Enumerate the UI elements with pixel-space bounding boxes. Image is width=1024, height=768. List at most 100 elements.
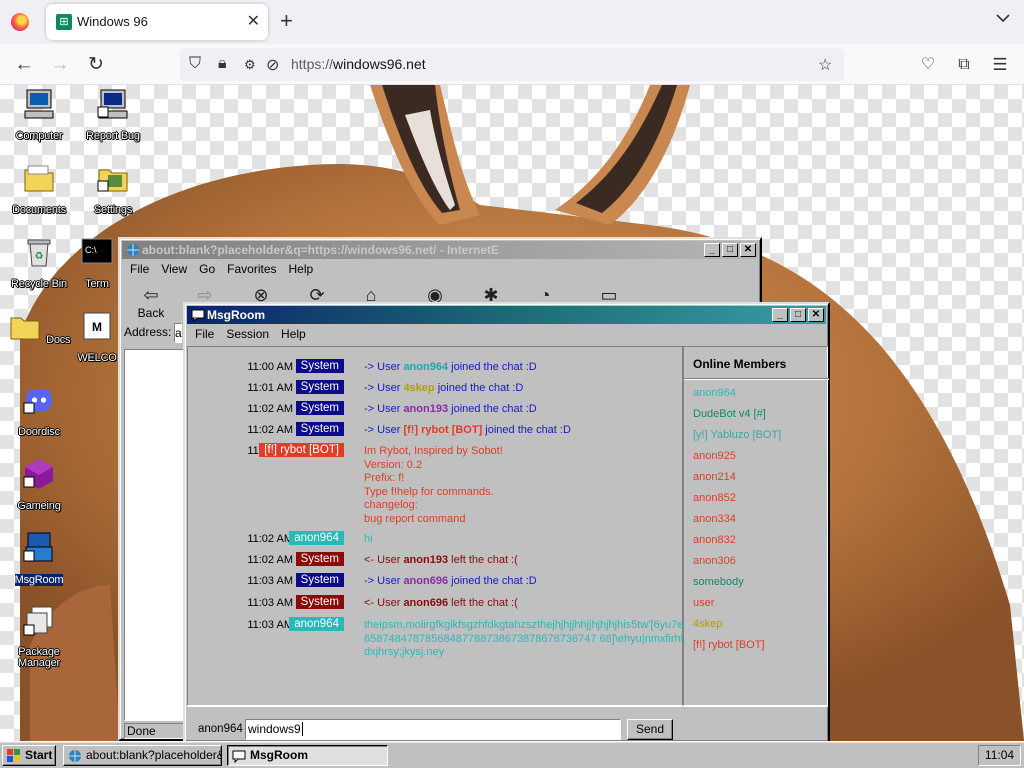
member-item[interactable]: 4skep bbox=[693, 618, 722, 630]
ie-back-button[interactable]: ⇦ Back bbox=[136, 285, 166, 320]
member-item[interactable]: anon334 bbox=[693, 513, 736, 525]
msgroom-titlebar[interactable]: MsgRoom _ □ ✕ bbox=[187, 306, 826, 324]
message-text: -> User anon193 joined the chat :D bbox=[364, 403, 537, 415]
back-arrow-icon[interactable]: ← bbox=[11, 52, 37, 78]
member-item[interactable]: DudeBot v4 [#] bbox=[693, 408, 766, 420]
minimize-icon[interactable]: _ bbox=[704, 243, 720, 257]
menu-view[interactable]: View bbox=[155, 261, 193, 279]
minimize-icon[interactable]: _ bbox=[772, 308, 788, 322]
settings-icon bbox=[97, 169, 128, 192]
firefox-icon[interactable] bbox=[11, 13, 29, 31]
menu-go[interactable]: Go bbox=[193, 261, 221, 279]
chat-bubble-icon bbox=[232, 750, 246, 763]
ie-title: about:blank?placeholder&q=https://window… bbox=[142, 243, 500, 257]
taskbar: Start about:blank?placeholder&... MsgRoo… bbox=[0, 741, 1024, 768]
close-tab-icon[interactable]: ✕ bbox=[247, 11, 260, 31]
cube-icon bbox=[23, 459, 53, 489]
browser-tab[interactable]: ⊞ Windows 96 ✕ bbox=[46, 4, 268, 40]
member-item[interactable]: [y!] Yabluzo [BOT] bbox=[693, 429, 781, 441]
ie-menubar: File View Go Favorites Help bbox=[124, 261, 319, 279]
sender-badge: System bbox=[295, 401, 344, 415]
message-input[interactable]: windows9 bbox=[245, 719, 621, 740]
forward-arrow-icon[interactable]: → bbox=[47, 52, 73, 78]
desktop-icon-documents[interactable]: Documents bbox=[3, 161, 75, 218]
close-icon[interactable]: ✕ bbox=[740, 243, 756, 257]
shield-icon[interactable]: ⛉ bbox=[189, 55, 201, 73]
ie-titlebar[interactable]: about:blank?placeholder&q=https://window… bbox=[122, 241, 758, 259]
sender-badge: System bbox=[295, 422, 344, 436]
taskbar-item-msgroom[interactable]: MsgRoom bbox=[227, 745, 388, 766]
member-item[interactable]: anon925 bbox=[693, 450, 736, 462]
computer-icon bbox=[24, 89, 54, 119]
desktop-icon-welcome[interactable]: M WELCO bbox=[77, 309, 117, 366]
new-tab-button[interactable]: + bbox=[280, 8, 293, 34]
reload-icon[interactable]: ↻ bbox=[83, 52, 109, 78]
desktop-icon-msgroom[interactable]: MsgRoom bbox=[3, 531, 75, 588]
desktop-icon-computer[interactable]: Computer bbox=[3, 87, 75, 144]
member-item[interactable]: anon964 bbox=[693, 387, 736, 399]
tab-title: Windows 96 bbox=[77, 14, 148, 29]
member-item[interactable]: user bbox=[693, 597, 714, 609]
menu-favorites[interactable]: Favorites bbox=[221, 261, 282, 279]
member-item[interactable]: anon852 bbox=[693, 492, 736, 504]
nickname-label: anon964 bbox=[198, 723, 243, 735]
desktop-icon-doordisc[interactable]: Doordisc bbox=[3, 383, 75, 440]
menu-hamburger-icon[interactable]: ☰ bbox=[987, 52, 1013, 78]
menu-file[interactable]: File bbox=[189, 326, 220, 344]
member-item[interactable]: [f!] rybot [BOT] bbox=[693, 639, 765, 651]
sender-badge: [f!] rybot [BOT] bbox=[259, 443, 344, 457]
msgroom-menubar: File Session Help bbox=[189, 326, 312, 344]
desktop-icon-recycle-bin[interactable]: ♻ Recycle Bin bbox=[3, 235, 75, 292]
chat-log[interactable]: 11:00 AM System -> User anon964 joined t… bbox=[187, 346, 683, 706]
start-button[interactable]: Start bbox=[2, 745, 56, 766]
chevron-down-icon[interactable] bbox=[996, 11, 1010, 25]
member-item[interactable]: anon832 bbox=[693, 534, 736, 546]
message-text: <- User anon696 left the chat :( bbox=[364, 597, 518, 609]
ie-content-view[interactable] bbox=[124, 349, 184, 721]
menu-help[interactable]: Help bbox=[275, 326, 312, 344]
member-item[interactable]: somebody bbox=[693, 576, 744, 588]
message-text: Im Rybot, Inspired by Sobot! Version: 0.… bbox=[364, 445, 503, 525]
maximize-icon[interactable]: □ bbox=[722, 243, 738, 257]
sender-badge: System bbox=[295, 552, 344, 566]
tracking-protection-icon[interactable]: ⊘ bbox=[266, 55, 279, 75]
member-item[interactable]: anon214 bbox=[693, 471, 736, 483]
members-heading: Online Members bbox=[693, 357, 787, 371]
menu-file[interactable]: File bbox=[124, 261, 155, 279]
svg-text:♻: ♻ bbox=[35, 251, 44, 262]
taskbar-item-ie[interactable]: about:blank?placeholder&... bbox=[63, 745, 222, 766]
url-text: https://windows96.net bbox=[291, 56, 426, 72]
desktop-icon-gameing[interactable]: Gameing bbox=[3, 457, 75, 514]
folder-icon bbox=[10, 317, 40, 340]
address-label: Address: bbox=[124, 325, 172, 339]
pocket-icon[interactable]: ♡ bbox=[915, 52, 941, 78]
desktop-icon-terminal[interactable]: C:\ Term bbox=[77, 235, 117, 292]
desktop-icon-docs[interactable]: Docs bbox=[3, 309, 75, 348]
extensions-icon[interactable]: ⧉ bbox=[951, 52, 977, 78]
close-icon[interactable]: ✕ bbox=[808, 308, 824, 322]
folder-icon bbox=[24, 165, 54, 192]
maximize-icon[interactable]: □ bbox=[790, 308, 806, 322]
sender-badge: anon964 bbox=[289, 617, 344, 631]
discord-icon bbox=[23, 389, 52, 414]
lock-icon[interactable]: 🔒︎ bbox=[218, 55, 227, 73]
message-text: -> User [f!] rybot [BOT] joined the chat… bbox=[364, 424, 571, 436]
permissions-icon[interactable]: ⚙ bbox=[244, 57, 256, 73]
sender-badge: anon964 bbox=[289, 531, 344, 545]
ie-globe-icon bbox=[69, 750, 81, 762]
bookmark-star-icon[interactable]: ☆ bbox=[818, 55, 832, 75]
menu-session[interactable]: Session bbox=[220, 326, 275, 344]
desktop-icon-settings[interactable]: Settings bbox=[77, 161, 149, 218]
welcome-icon: M bbox=[83, 312, 111, 340]
browser-tab-strip: ⊞ Windows 96 ✕ + bbox=[0, 0, 1024, 44]
desktop-icon-report-bug[interactable]: Report Bug bbox=[77, 87, 149, 144]
back-arrow-icon: ⇦ bbox=[143, 285, 159, 305]
message-text: -> User 4skep joined the chat :D bbox=[364, 382, 524, 394]
member-item[interactable]: anon306 bbox=[693, 555, 736, 567]
menu-help[interactable]: Help bbox=[283, 261, 320, 279]
browser-nav-bar: ← → ↻ ⛉ 🔒︎ ⚙ ⊘ https://windows96.net ☆ ♡… bbox=[0, 44, 1024, 85]
desktop-icon-package-manager[interactable]: Package Manager bbox=[3, 605, 75, 671]
send-button[interactable]: Send bbox=[627, 719, 673, 740]
address-input[interactable]: a bbox=[174, 323, 182, 343]
url-bar[interactable]: ⛉ 🔒︎ ⚙ ⊘ https://windows96.net ☆ bbox=[180, 48, 844, 81]
